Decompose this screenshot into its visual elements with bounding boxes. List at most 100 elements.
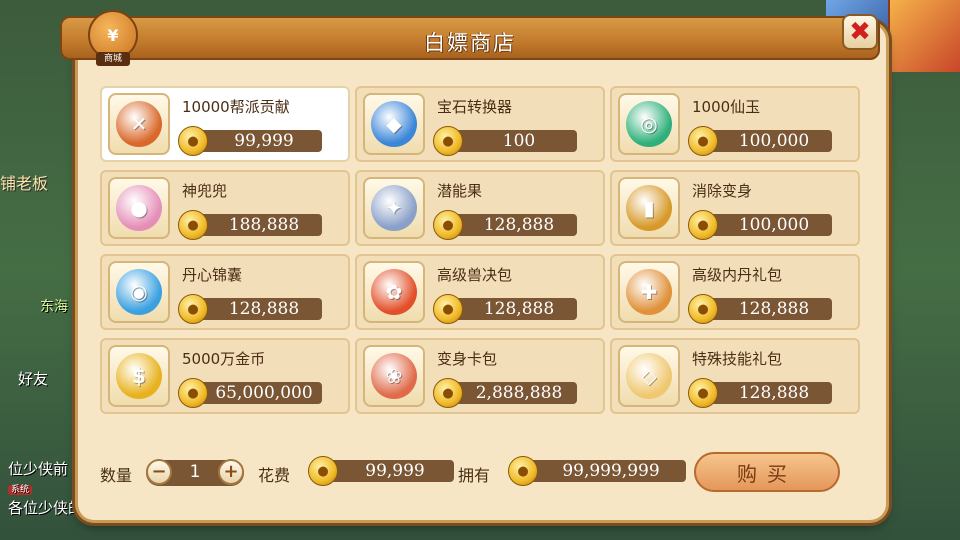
item-price-bar: ● 188,888 <box>178 210 322 240</box>
coin-icon: ● <box>688 126 718 156</box>
item-thumbnail: ✦ <box>363 177 425 239</box>
potential-fruit-icon: ✦ <box>371 185 417 231</box>
shop-item-card[interactable]: ◆ 宝石转换器 ● 100 <box>355 86 605 162</box>
shop-item-card[interactable]: ✿ 高级兽决包 ● 128,888 <box>355 254 605 330</box>
item-name: 神兜兜 <box>182 182 228 200</box>
quantity-plus-button[interactable]: + <box>218 459 244 485</box>
item-price: 128,888 <box>738 383 810 403</box>
item-price-bar: ● 128,888 <box>178 294 322 324</box>
jade-icon: ◎ <box>626 101 672 147</box>
item-price-bar: ● 128,888 <box>688 378 832 408</box>
chat-line: 各位少侠的 <box>8 499 84 517</box>
item-thumbnail: ◉ <box>108 261 170 323</box>
shop-item-card[interactable]: ◇ 特殊技能礼包 ● 128,888 <box>610 338 860 414</box>
coin-icon: ● <box>178 294 208 324</box>
item-grid: ✕ 10000帮派贡献 ● 99,999 ◆ 宝石转换器 ● 100 ◎ 1000仙玉 ● 100,0… <box>100 86 860 414</box>
item-thumbnail: ◎ <box>618 93 680 155</box>
gem-converter-icon: ◆ <box>371 101 417 147</box>
item-thumbnail: ◆ <box>363 93 425 155</box>
coin-icon: ● <box>433 126 463 156</box>
buy-button[interactable]: 购买 <box>694 452 840 492</box>
item-thumbnail: ▮ <box>618 177 680 239</box>
coin-icon: ● <box>688 294 718 324</box>
item-name: 高级兽决包 <box>437 266 513 284</box>
coin-icon: ● <box>433 210 463 240</box>
item-thumbnail: ✚ <box>618 261 680 323</box>
item-price: 99,999 <box>234 131 294 151</box>
chat-box[interactable]: 位少侠前 系统 各位少侠的 <box>8 460 83 517</box>
guild-token-icon: ✕ <box>116 101 162 147</box>
coin-icon: ● <box>308 456 338 486</box>
item-price: 128,888 <box>228 299 300 319</box>
cost-value: 99,999 <box>365 461 425 481</box>
item-price-bar: ● 100,000 <box>688 126 832 156</box>
item-price-bar: ● 100 <box>433 126 577 156</box>
elixir-pack-icon: ✚ <box>626 269 672 315</box>
item-price: 128,888 <box>483 299 555 319</box>
item-name: 消除变身 <box>692 182 753 200</box>
owned-value: 99,999,999 <box>562 461 660 481</box>
coin-icon: ● <box>178 378 208 408</box>
item-price-bar: ● 128,888 <box>433 294 577 324</box>
item-name: 潜能果 <box>437 182 483 200</box>
friend-button[interactable]: 好友 <box>18 368 48 389</box>
item-thumbnail: $ <box>108 345 170 407</box>
owned-display: ● 99,999,999 <box>508 456 686 486</box>
item-price: 100,000 <box>738 131 810 151</box>
pouch-pet-icon: ● <box>116 185 162 231</box>
item-price-bar: ● 99,999 <box>178 126 322 156</box>
shop-item-card[interactable]: ● 神兜兜 ● 188,888 <box>100 170 350 246</box>
coin-icon: ● <box>508 456 538 486</box>
item-name: 10000帮派贡献 <box>182 98 290 116</box>
item-thumbnail: ● <box>108 177 170 239</box>
shop-item-card[interactable]: ✕ 10000帮派贡献 ● 99,999 <box>100 86 350 162</box>
item-grid-scroll[interactable]: ✕ 10000帮派贡献 ● 99,999 ◆ 宝石转换器 ● 100 ◎ 1000仙玉 ● 100,0… <box>100 86 860 434</box>
shop-item-card[interactable]: ✦ 潜能果 ● 128,888 <box>355 170 605 246</box>
close-button[interactable]: ✖ <box>842 14 878 50</box>
owned-label: 拥有 <box>458 466 491 485</box>
item-price: 65,000,000 <box>215 383 313 403</box>
item-price: 100,000 <box>738 215 810 235</box>
quantity-label: 数量 <box>100 466 133 485</box>
coin-icon: ● <box>433 378 463 408</box>
purchase-footer: 数量 − 1 + 花费 ● 99,999 拥有 ● 99,999,999 购买 <box>100 450 860 494</box>
shop-title-bar: 白嫖商店 <box>60 16 880 60</box>
card-icon: ▮ <box>626 185 672 231</box>
coin-icon: ● <box>178 210 208 240</box>
shop-emblem-label: 商城 <box>96 52 130 66</box>
shop-item-card[interactable]: ▮ 消除变身 ● 100,000 <box>610 170 860 246</box>
shop-item-card[interactable]: ◎ 1000仙玉 ● 100,000 <box>610 86 860 162</box>
close-icon: ✖ <box>849 17 871 47</box>
item-name: 变身卡包 <box>437 350 498 368</box>
item-price-bar: ● 2,888,888 <box>433 378 577 408</box>
quantity-value: 1 <box>189 462 201 482</box>
item-thumbnail: ❀ <box>363 345 425 407</box>
item-name: 高级内丹礼包 <box>692 266 783 284</box>
item-price: 100 <box>502 131 536 151</box>
beast-pack-icon: ✿ <box>371 269 417 315</box>
shop-item-card[interactable]: ✚ 高级内丹礼包 ● 128,888 <box>610 254 860 330</box>
player-avatar[interactable] <box>888 0 960 72</box>
item-price-bar: ● 100,000 <box>688 210 832 240</box>
shop-item-card[interactable]: $5000万金币 ● 65,000,000 <box>100 338 350 414</box>
skill-egg-icon: ◇ <box>626 353 672 399</box>
shop-item-card[interactable]: ❀ 变身卡包 ● 2,888,888 <box>355 338 605 414</box>
cost-label: 花费 <box>258 466 291 485</box>
cost-display: ● 99,999 <box>308 456 454 486</box>
quantity-minus-button[interactable]: − <box>146 459 172 485</box>
orb-bag-icon: ◉ <box>116 269 162 315</box>
item-name: 1000仙玉 <box>692 98 761 116</box>
item-thumbnail: ✿ <box>363 261 425 323</box>
item-name: 丹心锦囊 <box>182 266 243 284</box>
coin-icon: ● <box>688 210 718 240</box>
item-price: 128,888 <box>483 215 555 235</box>
gold-coin-icon: $ <box>116 353 162 399</box>
item-name: 特殊技能礼包 <box>692 350 783 368</box>
item-name: 5000万金币 <box>182 350 266 368</box>
shop-item-card[interactable]: ◉ 丹心锦囊 ● 128,888 <box>100 254 350 330</box>
item-thumbnail: ◇ <box>618 345 680 407</box>
quantity-stepper: − 1 + <box>146 459 244 486</box>
coin-icon: ● <box>178 126 208 156</box>
item-price-bar: ● 65,000,000 <box>178 378 322 408</box>
shop-title: 白嫖商店 <box>424 31 516 55</box>
